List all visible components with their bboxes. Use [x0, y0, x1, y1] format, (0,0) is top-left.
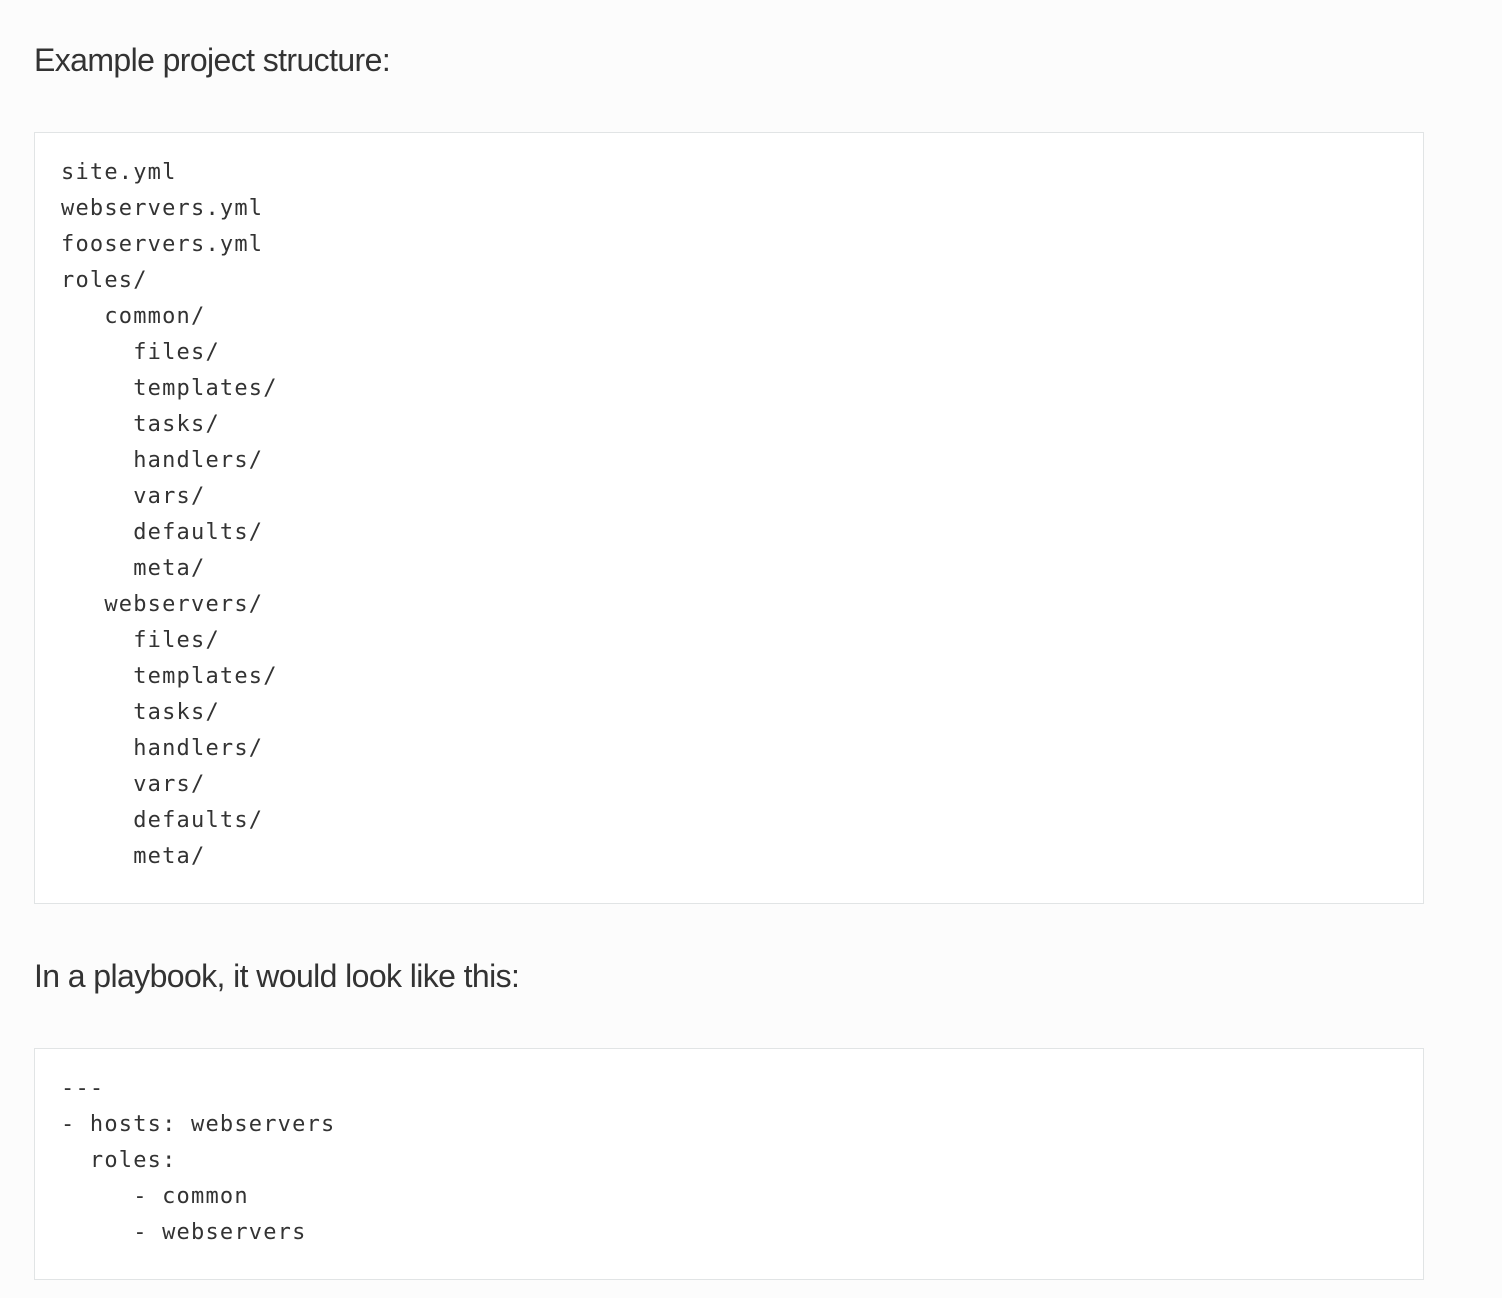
code-line: defaults/ — [61, 520, 264, 545]
code-line: tasks/ — [61, 700, 220, 725]
section-heading-project-structure: Example project structure: — [34, 42, 391, 78]
section-heading-playbook: In a playbook, it would look like this: — [34, 958, 520, 994]
code-line: tasks/ — [61, 412, 220, 437]
code-line: vars/ — [61, 772, 206, 797]
code-block-playbook: --- - hosts: webservers roles: - common -… — [34, 1048, 1424, 1280]
code-block-project-structure: site.yml webservers.yml fooservers.yml role… — [34, 132, 1424, 904]
code-line: meta/ — [61, 844, 206, 869]
code-line: vars/ — [61, 484, 206, 509]
code-line: webservers.yml — [61, 196, 264, 221]
code-line: files/ — [61, 340, 220, 365]
code-line: meta/ — [61, 556, 206, 581]
code-line: - common — [61, 1184, 249, 1209]
code-line: webservers/ — [61, 592, 264, 617]
code-line: handlers/ — [61, 736, 264, 761]
code-line: handlers/ — [61, 448, 264, 473]
code-line: templates/ — [61, 376, 278, 401]
code-line: fooservers.yml — [61, 232, 264, 257]
code-line: files/ — [61, 628, 220, 653]
code-line: - hosts: webservers — [61, 1112, 336, 1137]
code-line: templates/ — [61, 664, 278, 689]
code-line: defaults/ — [61, 808, 264, 833]
code-line: - webservers — [61, 1220, 307, 1245]
code-line: site.yml — [61, 160, 177, 185]
code-line: --- — [61, 1076, 105, 1101]
code-line: roles/ — [61, 268, 148, 293]
code-line: common/ — [61, 304, 206, 329]
code-line: roles: — [61, 1148, 177, 1173]
